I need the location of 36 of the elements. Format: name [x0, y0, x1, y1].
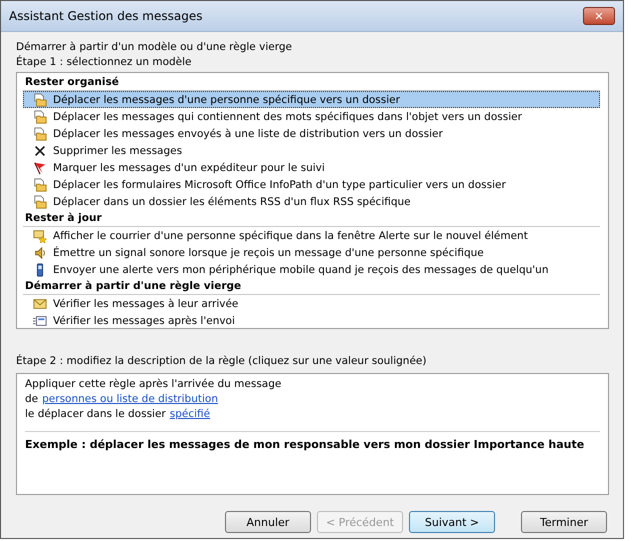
template-item[interactable]: Déplacer dans un dossier les éléments RSS d'un flux RSS spécifique: [23, 193, 600, 210]
envelope-icon: [33, 296, 47, 310]
flag-icon: [33, 160, 47, 174]
description-text: Appliquer cette règle après l'arrivée du message: [25, 377, 282, 392]
folder-icon: [33, 92, 47, 106]
template-item[interactable]: Afficher le courrier d'une personne spécifique dans la fenêtre Alerte sur le nouvel élément: [23, 227, 600, 244]
speaker-icon: [33, 246, 47, 260]
folder-icon: [33, 126, 47, 140]
group-heading: Démarrer à partir d'une règle vierge: [23, 278, 600, 295]
value-link[interactable]: spécifié: [170, 407, 210, 422]
folder-icon: [33, 110, 47, 124]
dialog-button[interactable]: Terminer: [521, 511, 607, 533]
x-icon: [33, 144, 47, 158]
folder-icon: [33, 178, 47, 192]
step-label: Étape 1 : sélectionnez un modèle: [16, 55, 193, 70]
template-item[interactable]: Déplacer les formulaires Microsoft Office InfoPath d'un type particulier vers un dossier: [23, 176, 600, 193]
template-item[interactable]: Déplacer les messages envoyés à une liste de distribution vers un dossier: [23, 125, 600, 142]
group-heading: Rester à jour: [23, 210, 600, 227]
description-text: de: [25, 392, 38, 407]
dialog-button[interactable]: Annuler: [224, 511, 311, 533]
template-item[interactable]: Marquer les messages d'un expéditeur pour le suivi: [23, 159, 600, 176]
template-item[interactable]: Déplacer les messages d'une personne spécifique vers un dossier: [23, 91, 600, 108]
value-link[interactable]: personnes ou liste de distribution: [42, 392, 218, 407]
window-title: Assistant Gestion des messages: [9, 9, 202, 23]
step-label: Étape 2 : modifiez la description de la règle (cliquez sur une valeur soulignée): [16, 354, 428, 369]
template-item[interactable]: Déplacer les messages qui contiennent des mots spécifiques dans l'objet vers un dossier: [23, 108, 600, 125]
template-item[interactable]: Supprimer les messages: [23, 142, 600, 159]
intro-text: Démarrer à partir d'un modèle ou d'une règle vierge: [16, 40, 293, 55]
example-text: Exemple : déplacer les messages de mon responsable vers mon dossier Importance haute: [25, 438, 586, 451]
folder-icon: [33, 194, 47, 208]
description-text: le déplacer dans le dossier: [25, 407, 166, 422]
template-item[interactable]: Vérifier les messages à leur arrivée: [23, 295, 600, 312]
template-item[interactable]: Émettre un signal sonore lorsque je reçois un message d'une personne spécifique: [23, 244, 600, 261]
template-item[interactable]: Vérifier les messages après l'envoi: [23, 312, 600, 329]
dialog-button[interactable]: Suivant >: [409, 511, 495, 533]
template-item[interactable]: Envoyer une alerte vers mon périphérique mobile quand je reçois des messages de quelqu'un: [23, 261, 600, 278]
